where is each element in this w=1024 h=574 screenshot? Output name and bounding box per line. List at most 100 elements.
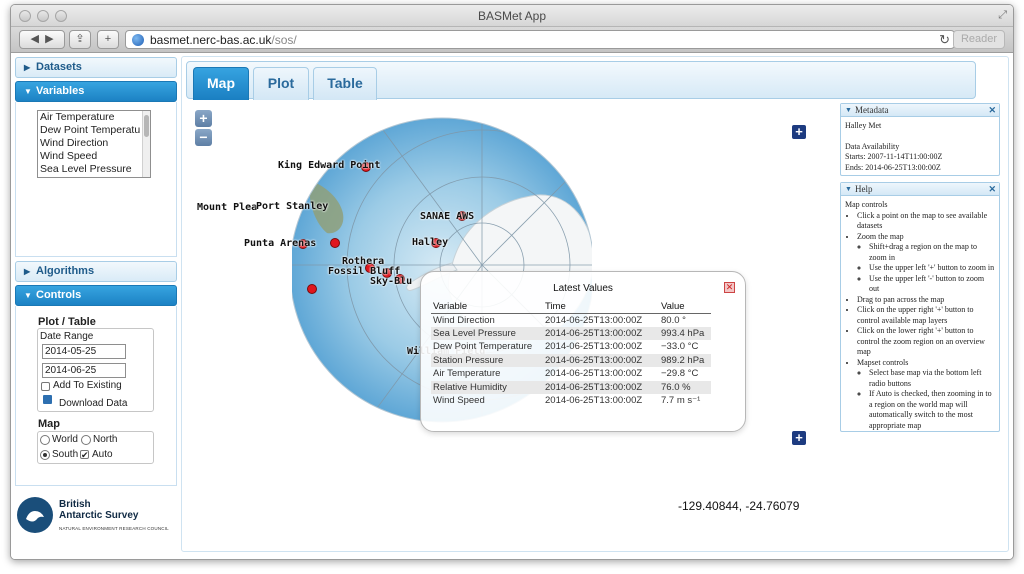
cell-value: 76.0 % bbox=[659, 380, 711, 394]
variable-option[interactable]: Wind Speed bbox=[38, 150, 150, 163]
help-body: Map controls Click a point on the map to… bbox=[841, 196, 999, 435]
download-data-button[interactable]: Download Data bbox=[59, 398, 127, 409]
variable-option[interactable]: Air Temperature bbox=[38, 111, 150, 124]
chevron-right-icon: ▶ bbox=[24, 63, 31, 72]
south-radio[interactable] bbox=[40, 450, 50, 460]
world-label: World bbox=[52, 434, 78, 445]
listbox-scrollbar[interactable] bbox=[142, 111, 150, 177]
start-date-input[interactable]: 2014-05-25 bbox=[42, 344, 126, 359]
metadata-availability-label: Data Availability bbox=[845, 141, 900, 151]
north-radio[interactable] bbox=[81, 435, 91, 445]
fullscreen-icon[interactable]: ⤢ bbox=[998, 9, 1007, 22]
station-label-king-edward-point[interactable]: King Edward Point bbox=[278, 160, 380, 171]
tab-bar: Map Plot Table bbox=[186, 61, 976, 100]
new-tab-button[interactable]: + bbox=[97, 30, 119, 49]
table-row: Air Temperature 2014-06-25T13:00:00Z −29.8… bbox=[431, 367, 711, 381]
close-icon[interactable]: ✕ bbox=[988, 104, 996, 116]
date-range-label: Date Range bbox=[40, 331, 94, 342]
back-forward-buttons[interactable]: ◀ ▶ bbox=[19, 30, 65, 49]
help-header[interactable]: ▼ Help ✕ bbox=[841, 183, 999, 196]
table-row: Dew Point Temperature 2014-06-25T13:00:00… bbox=[431, 340, 711, 354]
tab-map[interactable]: Map bbox=[193, 67, 249, 100]
back-icon[interactable]: ◀ bbox=[30, 33, 38, 45]
accordion-datasets-label: Datasets bbox=[36, 61, 82, 73]
accordion-controls[interactable]: ▼ Controls bbox=[15, 285, 177, 306]
logo-text: British Antarctic Survey bbox=[59, 499, 139, 521]
cell-time: 2014-06-25T13:00:00Z bbox=[545, 314, 643, 326]
station-label-mount-pleasant[interactable]: Mount Plea bbox=[197, 202, 257, 213]
metadata-header[interactable]: ▼ Metadata ✕ bbox=[841, 104, 999, 117]
accordion-algorithms-label: Algorithms bbox=[36, 265, 95, 277]
station-label-punta-arenas[interactable]: Punta Arenas bbox=[244, 238, 316, 249]
list-item: Select base map via the bottom left radi… bbox=[869, 368, 995, 389]
reader-button[interactable]: Reader bbox=[953, 30, 1005, 49]
controls-panel: Plot / Table Date Range 2014-05-25 2014-… bbox=[15, 306, 177, 486]
station-label-sky-blu[interactable]: Sky-Blu bbox=[370, 276, 412, 287]
layer-switcher-plus-icon[interactable]: + bbox=[792, 125, 806, 139]
station-marker[interactable] bbox=[307, 284, 317, 294]
column-header: Time bbox=[543, 300, 659, 314]
south-label: South bbox=[52, 449, 79, 460]
reload-icon[interactable]: ↻ bbox=[939, 32, 950, 48]
page-content: ▶ Datasets ▼ Variables Air Temperature D… bbox=[11, 54, 1013, 559]
end-date-input[interactable]: 2014-06-25 bbox=[42, 363, 126, 378]
cell-variable: Dew Point Temperature bbox=[433, 341, 533, 353]
accordion-variables[interactable]: ▼ Variables bbox=[15, 81, 177, 102]
zoom-in-button[interactable]: + bbox=[195, 110, 212, 127]
list-item: Use the upper left '-' button to zoom ou… bbox=[869, 274, 995, 295]
cell-value: −29.8 °C bbox=[661, 368, 699, 380]
share-button[interactable]: ⇪ bbox=[69, 30, 91, 49]
forward-icon[interactable]: ▶ bbox=[45, 33, 53, 45]
station-label-halley[interactable]: Halley bbox=[412, 237, 448, 248]
metadata-ends: Ends: 2014-06-25T13:00:00Z bbox=[845, 162, 941, 172]
share-icon: ⇪ bbox=[75, 33, 85, 45]
help-title: Help bbox=[855, 184, 873, 194]
metadata-starts: Starts: 2007-11-14T11:00:00Z bbox=[845, 152, 943, 161]
list-item: Click a point on the map to see availabl… bbox=[857, 211, 995, 232]
accordion-algorithms[interactable]: ▶ Algorithms bbox=[15, 261, 177, 282]
date-range-group: Date Range 2014-05-25 2014-06-25 Add To … bbox=[37, 328, 154, 412]
cell-time: 2014-06-25T13:00:00Z bbox=[545, 395, 643, 407]
map-label: Map bbox=[38, 418, 60, 430]
map-set-group: World North South ✔ Auto bbox=[37, 431, 154, 464]
auto-checkbox[interactable]: ✔ bbox=[80, 450, 89, 460]
table-row: Sea Level Pressure 2014-06-25T13:00:00Z 99… bbox=[431, 326, 711, 340]
left-panel: ▶ Datasets ▼ Variables Air Temperature D… bbox=[15, 57, 177, 557]
station-label-port-stanley[interactable]: Port Stanley bbox=[256, 201, 328, 212]
variable-option[interactable]: Dew Point Temperatu bbox=[38, 124, 150, 137]
tab-plot[interactable]: Plot bbox=[253, 67, 309, 100]
mouse-position-readout: -129.40844, -24.76079 bbox=[678, 499, 800, 513]
station-label-sanae-aws[interactable]: SANAE AWS bbox=[420, 211, 474, 222]
overview-map-plus-icon[interactable]: + bbox=[792, 431, 806, 445]
world-radio[interactable] bbox=[40, 435, 50, 445]
cell-variable: Relative Humidity bbox=[431, 380, 543, 394]
table-row: Station Pressure 2014-06-25T13:00:00Z 989.… bbox=[431, 353, 711, 367]
cell-value: 993.4 hPa bbox=[659, 326, 711, 340]
add-to-existing-checkbox[interactable] bbox=[41, 382, 50, 391]
variables-listbox[interactable]: Air Temperature Dew Point Temperatu Wind… bbox=[37, 110, 151, 178]
plot-table-label: Plot / Table bbox=[38, 316, 96, 328]
help-panel: ▼ Help ✕ Map controls Click a point on t… bbox=[840, 182, 1000, 432]
cell-value: 989.2 hPa bbox=[659, 353, 711, 367]
variable-option[interactable]: Sea Level Pressure bbox=[38, 163, 150, 176]
metadata-body: Halley Met Data Availability Starts: 200… bbox=[841, 117, 999, 177]
list-item: Zoom the map Shift+drag a region on the … bbox=[857, 232, 995, 295]
close-icon[interactable]: ✕ bbox=[988, 183, 996, 195]
bas-logo: British Antarctic Survey NATURAL ENVIRONM… bbox=[17, 497, 177, 537]
metadata-panel: ▼ Metadata ✕ Halley Met Data Availabilit… bbox=[840, 103, 1000, 176]
cell-variable: Wind Speed bbox=[433, 395, 485, 407]
globe-icon bbox=[132, 34, 144, 46]
accordion-datasets[interactable]: ▶ Datasets bbox=[15, 57, 177, 78]
column-header: Value bbox=[659, 300, 711, 314]
cell-value: 80.0 ° bbox=[661, 314, 686, 326]
popup-close-icon[interactable]: ✕ bbox=[724, 282, 735, 293]
window-title: BASMet App bbox=[477, 9, 547, 23]
tab-table[interactable]: Table bbox=[313, 67, 377, 100]
address-bar[interactable]: basmet.nerc-bas.ac.uk/sos/ ↻ bbox=[125, 30, 955, 49]
download-icon[interactable] bbox=[43, 395, 52, 404]
cell-variable: Station Pressure bbox=[431, 353, 543, 367]
chevron-down-icon: ▼ bbox=[24, 291, 32, 300]
zoom-out-button[interactable]: − bbox=[195, 129, 212, 146]
variable-option[interactable]: Wind Direction bbox=[38, 137, 150, 150]
station-marker[interactable] bbox=[330, 238, 340, 248]
